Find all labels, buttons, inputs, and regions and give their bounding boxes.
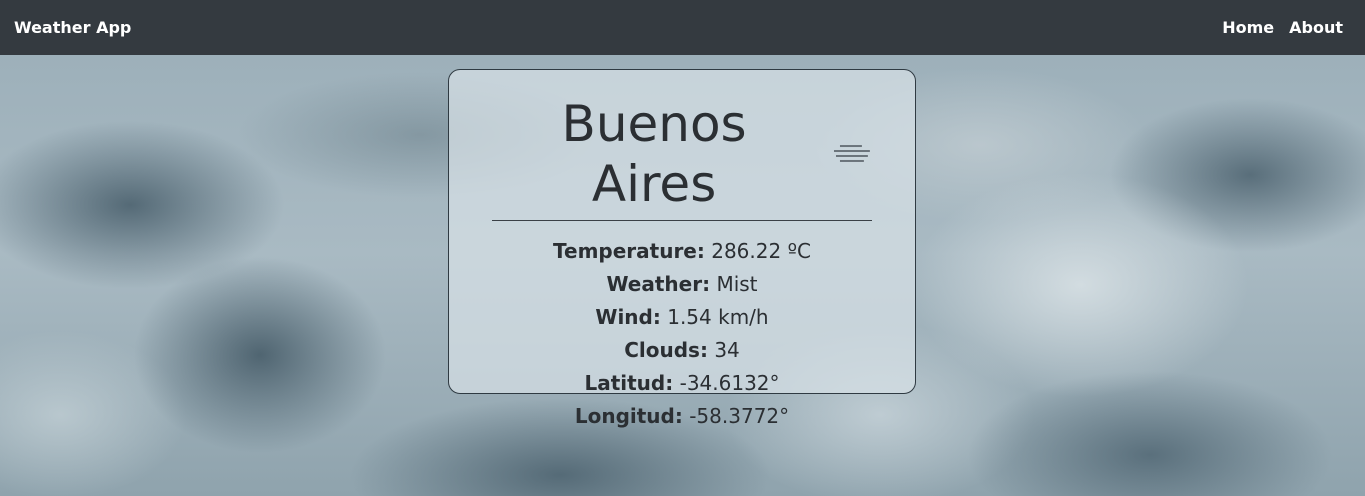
weather-details: Temperature: 286.22 ºC Weather: Mist Win… (449, 235, 915, 433)
detail-wind: Wind: 1.54 km/h (449, 301, 915, 334)
navbar: Weather App Home About (0, 0, 1365, 55)
nav-link-about[interactable]: About (1289, 18, 1343, 37)
detail-label: Weather: (606, 272, 711, 296)
city-name: Buenos Aires (561, 95, 747, 213)
detail-latitude: Latitud: -34.6132° (449, 367, 915, 400)
detail-label: Latitud: (584, 371, 674, 395)
detail-value: -34.6132° (679, 371, 780, 395)
detail-temperature: Temperature: 286.22 ºC (449, 235, 915, 268)
detail-value: 286.22 ºC (711, 239, 811, 263)
detail-longitude: Longitud: -58.3772° (449, 400, 915, 433)
detail-label: Temperature: (553, 239, 705, 263)
detail-value: -58.3772° (689, 404, 790, 428)
nav-links: Home About (1222, 18, 1343, 37)
nav-link-home[interactable]: Home (1222, 18, 1274, 37)
mist-icon (834, 145, 871, 162)
detail-label: Wind: (595, 305, 661, 329)
detail-clouds: Clouds: 34 (449, 334, 915, 367)
weather-card: Buenos Aires Temperature: 286.22 ºC Weat… (448, 69, 916, 428)
city-header: Buenos Aires (492, 94, 872, 221)
detail-value: 34 (714, 338, 740, 362)
detail-value: Mist (716, 272, 758, 296)
detail-label: Longitud: (574, 404, 683, 428)
brand-link[interactable]: Weather App (14, 18, 131, 37)
detail-label: Clouds: (624, 338, 708, 362)
detail-value: 1.54 km/h (667, 305, 769, 329)
detail-weather: Weather: Mist (449, 268, 915, 301)
